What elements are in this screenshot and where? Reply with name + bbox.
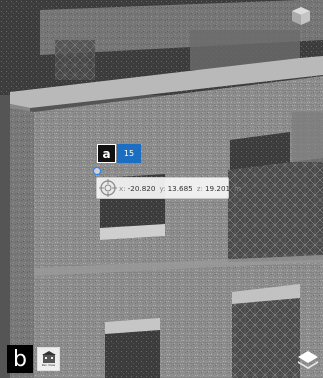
unit-label: m	[234, 183, 242, 193]
layers-icon[interactable]	[296, 349, 320, 371]
point-label: a	[97, 144, 116, 163]
coordinate-readout: x: -20.820 y: 13.685 z: 19.201 m	[96, 177, 241, 199]
measurement-tag[interactable]: a 15	[97, 144, 141, 163]
picked-point-marker[interactable]	[93, 167, 101, 175]
x-value: -20.820	[127, 183, 156, 193]
view-button-caption: Pan View	[41, 363, 56, 367]
nav-cube-icon[interactable]	[290, 5, 312, 27]
view-button[interactable]: Pan View	[37, 347, 60, 371]
crosshair-icon	[99, 179, 117, 197]
building-icon	[41, 351, 56, 363]
x-key: x:	[119, 183, 126, 193]
z-value: 19.201	[204, 183, 231, 193]
y-key: y:	[159, 183, 166, 193]
panel-label: b	[7, 345, 33, 373]
z-key: z:	[196, 183, 203, 193]
y-value: 13.685	[167, 183, 193, 193]
measurement-id-badge: 15	[117, 144, 141, 163]
